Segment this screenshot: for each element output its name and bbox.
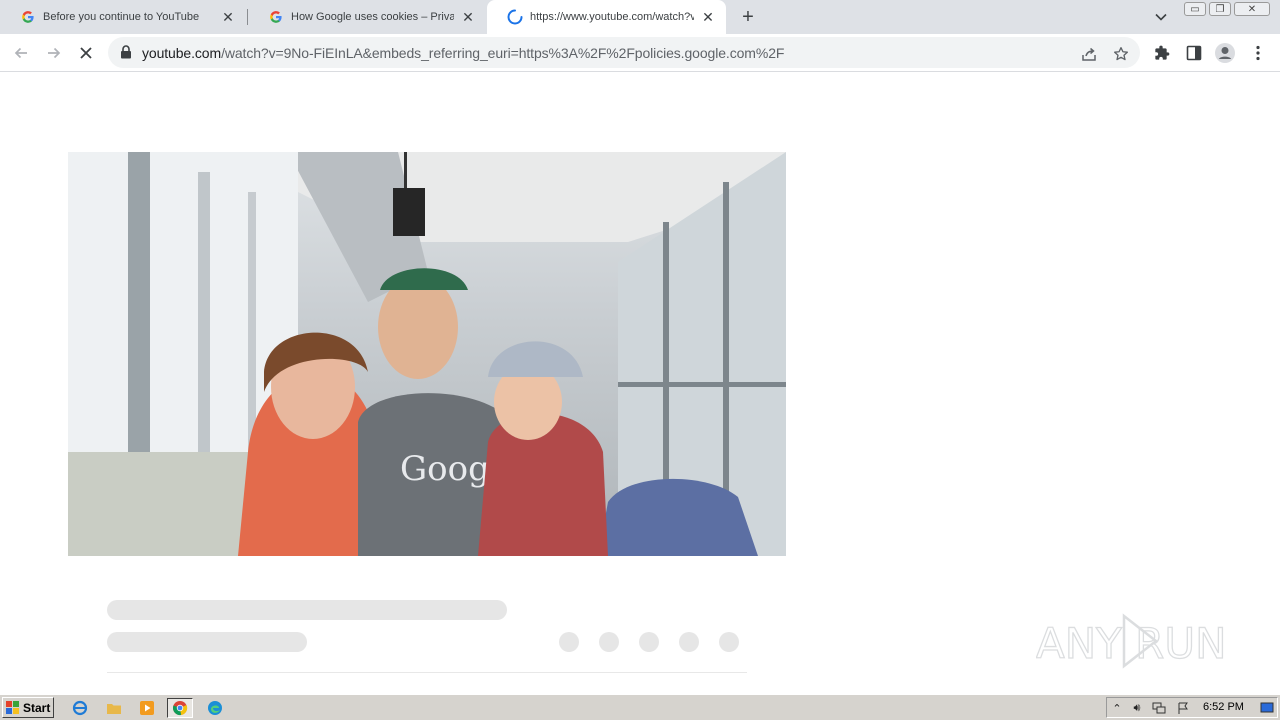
address-bar[interactable]: youtube.com/watch?v=9No-FiEInLA&embeds_r… <box>108 37 1140 68</box>
action-skeleton-dot <box>559 632 579 652</box>
tab-title: https://www.youtube.com/watch?v=9No-FiEI… <box>530 11 694 23</box>
os-taskbar: Start ⌃ 🔊︎ 6:52 PM <box>0 694 1280 720</box>
content-divider <box>107 672 747 673</box>
chrome-icon[interactable] <box>167 698 193 718</box>
close-icon[interactable]: ✕ <box>460 9 476 25</box>
video-frame-image: Google <box>68 152 786 556</box>
tray-expand-icon[interactable]: ⌃ <box>1109 700 1125 716</box>
stop-loading-button[interactable] <box>75 42 97 64</box>
tab-google-cookies[interactable]: How Google uses cookies – Privacy & Term… <box>248 0 486 34</box>
action-center-flag-icon[interactable] <box>1175 700 1191 716</box>
side-panel-icon[interactable] <box>1183 42 1205 64</box>
profile-avatar-icon[interactable] <box>1214 42 1236 64</box>
video-player[interactable]: Google <box>68 152 786 556</box>
file-explorer-icon[interactable] <box>104 698 124 718</box>
close-icon[interactable]: ✕ <box>220 9 236 25</box>
google-g-icon <box>20 9 36 25</box>
title-skeleton <box>107 600 507 620</box>
network-icon[interactable] <box>1151 700 1167 716</box>
channel-skeleton <box>107 632 307 652</box>
edge-icon[interactable] <box>205 698 225 718</box>
close-icon[interactable]: ✕ <box>700 9 716 25</box>
new-tab-button[interactable]: + <box>737 6 759 28</box>
action-skeleton-dot <box>599 632 619 652</box>
bookmark-star-icon[interactable] <box>1112 45 1130 63</box>
tab-youtube-watch[interactable]: https://www.youtube.com/watch?v=9No-FiEI… <box>487 0 726 34</box>
url-path: /watch?v=9No-FiEInLA&embeds_referring_eu… <box>221 45 785 61</box>
taskbar-clock[interactable]: 6:52 PM <box>1203 701 1244 713</box>
url-text[interactable]: youtube.com/watch?v=9No-FiEInLA&embeds_r… <box>142 45 784 61</box>
share-icon[interactable] <box>1080 45 1098 63</box>
tab-search-chevron-icon[interactable] <box>1152 8 1170 26</box>
forward-button[interactable] <box>43 42 65 64</box>
show-desktop-icon[interactable] <box>1259 700 1275 716</box>
windows-flag-icon <box>6 700 20 715</box>
url-host: youtube.com <box>142 45 222 61</box>
tab-strip: Before you continue to YouTube ✕ How Goo… <box>0 0 1280 34</box>
lock-icon[interactable] <box>120 45 132 64</box>
action-skeleton-dot <box>639 632 659 652</box>
volume-icon[interactable]: 🔊︎ <box>1129 700 1145 716</box>
start-button[interactable]: Start <box>2 697 54 718</box>
tab-title: Before you continue to YouTube <box>43 11 200 23</box>
loading-spinner-icon <box>507 9 523 25</box>
action-skeleton-dot <box>679 632 699 652</box>
close-window-button[interactable]: ✕ <box>1234 2 1270 16</box>
browser-toolbar: youtube.com/watch?v=9No-FiEInLA&embeds_r… <box>0 34 1280 72</box>
restore-button[interactable]: ❐ <box>1209 2 1231 16</box>
menu-kebab-icon[interactable] <box>1247 42 1269 64</box>
minimize-button[interactable]: ▭ <box>1184 2 1206 16</box>
internet-explorer-icon[interactable] <box>70 698 90 718</box>
media-player-icon[interactable] <box>137 698 157 718</box>
extensions-puzzle-icon[interactable] <box>1151 42 1173 64</box>
system-tray: ⌃ 🔊︎ 6:52 PM <box>1106 697 1278 718</box>
back-button[interactable] <box>10 42 32 64</box>
tab-title: How Google uses cookies – Privacy & Term… <box>291 11 454 23</box>
tab-youtube-consent[interactable]: Before you continue to YouTube ✕ <box>0 0 246 34</box>
action-skeleton-dot <box>719 632 739 652</box>
start-label: Start <box>23 700 51 715</box>
google-g-icon <box>268 9 284 25</box>
anyrun-watermark: ANY RUN <box>1036 613 1227 669</box>
